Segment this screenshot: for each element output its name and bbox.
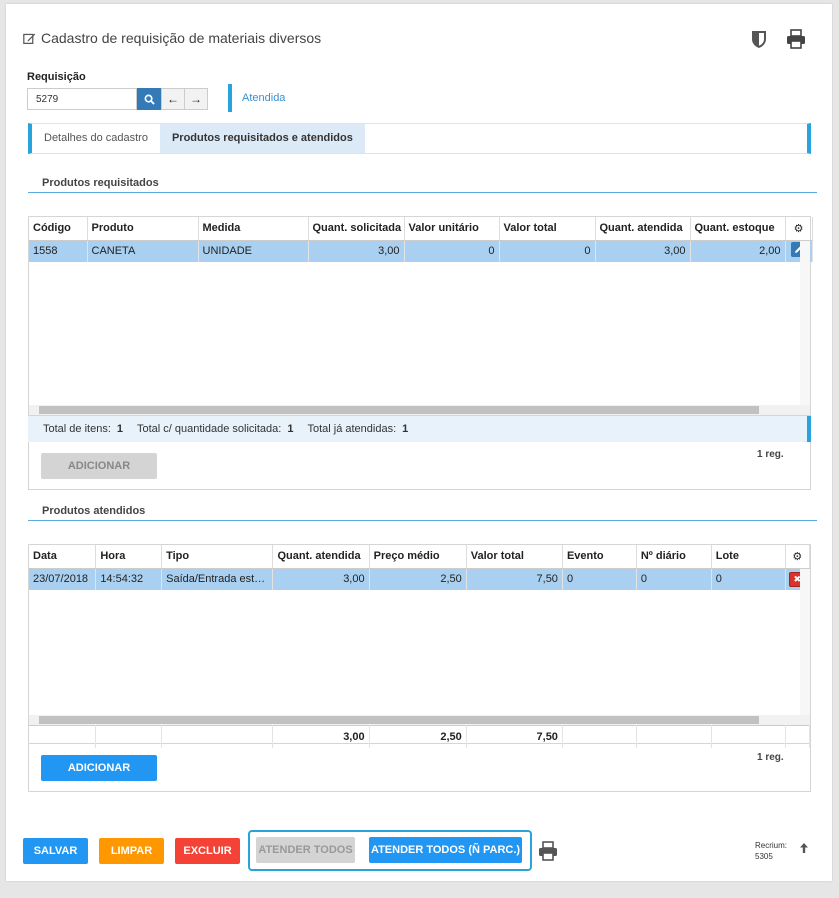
table-cell: 2,00: [690, 240, 786, 262]
atender-todos-parc-button[interactable]: ATENDER TODOS (Ñ PARC.): [369, 837, 522, 863]
column-header[interactable]: Quant. atendida: [272, 545, 370, 569]
requisitados-grid: Código Produto Medida Quant. solicitada …: [28, 216, 813, 416]
column-header[interactable]: Preço médio: [369, 545, 467, 569]
arrow-left-icon: ←: [167, 92, 179, 106]
table-cell: 7,50: [466, 568, 563, 590]
tab-detalhes[interactable]: Detalhes do cadastro: [32, 124, 160, 153]
next-button[interactable]: →: [184, 88, 208, 110]
page-title-text: Cadastro de requisição de materiais dive…: [41, 30, 322, 46]
arrow-right-icon: →: [190, 92, 202, 106]
scrollbar-thumb[interactable]: [39, 716, 759, 724]
totals-bar: Total de itens: 1 Total c/ quantidade so…: [28, 416, 811, 442]
total-itens-label: Total de itens:: [43, 423, 111, 435]
section-title-atendidos: Produtos atendidos: [42, 505, 146, 517]
table-cell: 3,00: [272, 568, 370, 590]
requisicao-label: Requisição: [27, 71, 86, 83]
column-header[interactable]: Valor total: [499, 217, 596, 241]
table-cell: 0: [499, 240, 596, 262]
column-header[interactable]: Quant. estoque: [690, 217, 786, 241]
column-header[interactable]: Nº diário: [636, 545, 712, 569]
column-header[interactable]: Data: [29, 545, 97, 569]
table-cell: 1558: [29, 240, 88, 262]
section-divider: [28, 520, 817, 521]
table-header: Código Produto Medida Quant. solicitada …: [29, 217, 813, 241]
table-header: Data Hora Tipo Quant. atendida Preço méd…: [29, 545, 811, 569]
column-header[interactable]: Medida: [198, 217, 309, 241]
edit-icon: [23, 33, 36, 44]
total-atendidas-value: 1: [402, 423, 409, 435]
table-cell: 23/07/2018: [29, 568, 97, 590]
column-header[interactable]: Quant. atendida: [595, 217, 691, 241]
table-cell: 0: [562, 568, 637, 590]
table-row[interactable]: 23/07/2018 14:54:32 Saída/Entrada estoqu…: [29, 568, 811, 590]
horizontal-scrollbar[interactable]: [29, 405, 810, 415]
atendidos-grid: Data Hora Tipo Quant. atendida Preço méd…: [28, 544, 811, 748]
table-cell: 14:54:32: [95, 568, 163, 590]
recrium-value: 5305: [755, 852, 773, 861]
horizontal-scrollbar[interactable]: [29, 715, 810, 725]
excluir-button[interactable]: EXCLUIR: [175, 838, 240, 864]
print-icon[interactable]: [785, 28, 807, 50]
table-cell: CANETA: [87, 240, 199, 262]
reg-count: 1 reg.: [757, 449, 784, 460]
limpar-button[interactable]: LIMPAR: [99, 838, 164, 864]
vertical-scrollbar[interactable]: [800, 569, 810, 715]
section-divider: [28, 192, 817, 193]
tabs-bar: Detalhes do cadastro Produtos requisitad…: [28, 123, 811, 154]
total-atendidas-label: Total já atendidas:: [307, 423, 397, 435]
previous-button[interactable]: ←: [161, 88, 185, 110]
column-header[interactable]: Hora: [95, 545, 163, 569]
gear-icon[interactable]: ⚙: [785, 217, 813, 241]
arrow-up-icon[interactable]: [798, 842, 810, 854]
adicionar-requisitado-button[interactable]: ADICIONAR: [41, 453, 157, 479]
search-button[interactable]: [137, 88, 161, 110]
vertical-scrollbar[interactable]: [800, 241, 810, 405]
total-qtd-label: Total c/ quantidade solicitada:: [137, 423, 282, 435]
table-cell: UNIDADE: [198, 240, 309, 262]
column-header[interactable]: Produto: [87, 217, 199, 241]
requisicao-input[interactable]: [27, 88, 137, 110]
table-cell: 3,00: [595, 240, 691, 262]
table-cell: 2,50: [369, 568, 467, 590]
page-container: Cadastro de requisição de materiais dive…: [6, 4, 832, 881]
table-cell: 0: [711, 568, 786, 590]
table-cell: 0: [636, 568, 712, 590]
scrollbar-thumb[interactable]: [39, 406, 759, 414]
total-qtd-value: 1: [287, 423, 294, 435]
table-row[interactable]: 1558 CANETA UNIDADE 3,00 0 0 3,00 2,00: [29, 240, 813, 262]
column-header[interactable]: Lote: [711, 545, 786, 569]
print-icon[interactable]: [537, 840, 559, 862]
search-icon: [144, 94, 155, 105]
atender-todos-button[interactable]: ATENDER TODOS: [256, 837, 355, 863]
recrium-info: Recrium: 5305: [755, 840, 787, 862]
section-title-requisitados: Produtos requisitados: [42, 177, 159, 189]
column-header[interactable]: Tipo: [161, 545, 274, 569]
shield-icon[interactable]: [748, 28, 770, 50]
column-header[interactable]: Quant. solicitada: [308, 217, 405, 241]
total-itens-value: 1: [116, 423, 123, 435]
table-cell: 0: [404, 240, 500, 262]
column-header[interactable]: Código: [29, 217, 88, 241]
tab-produtos[interactable]: Produtos requisitados e atendidos: [159, 124, 365, 153]
gear-icon[interactable]: ⚙: [785, 545, 811, 569]
table-cell: Saída/Entrada estoque: [161, 568, 274, 590]
adicionar-atendido-button[interactable]: ADICIONAR: [41, 755, 157, 781]
salvar-button[interactable]: SALVAR: [23, 838, 88, 864]
table-cell: 3,00: [308, 240, 405, 262]
column-header[interactable]: Valor unitário: [404, 217, 500, 241]
status-badge: Atendida: [228, 84, 285, 112]
reg-count: 1 reg.: [757, 752, 784, 763]
recrium-label: Recrium:: [755, 841, 788, 850]
column-header[interactable]: Valor total: [466, 545, 563, 569]
page-title: Cadastro de requisição de materiais dive…: [23, 30, 321, 46]
column-header[interactable]: Evento: [562, 545, 637, 569]
